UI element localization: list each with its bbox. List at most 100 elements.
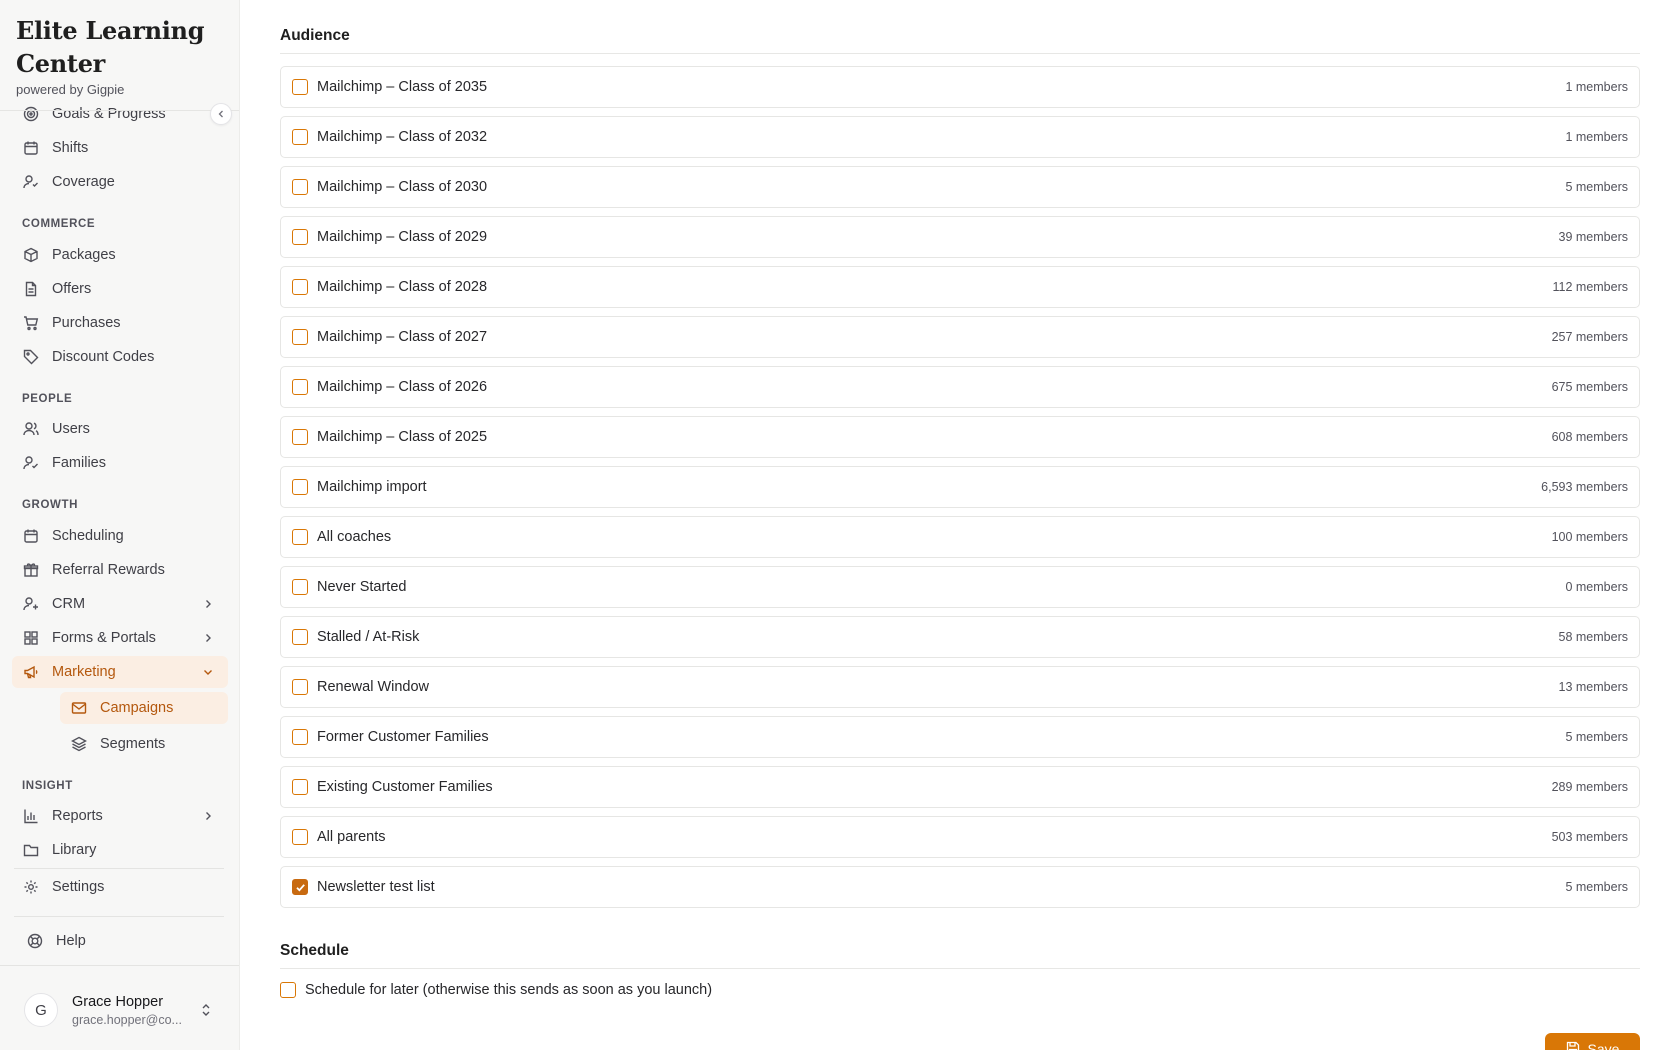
audience-row[interactable]: Mailchimp – Class of 2032 1 members [280,116,1640,158]
audience-row[interactable]: Mailchimp – Class of 2028 112 members [280,266,1640,308]
audience-row[interactable]: All parents 503 members [280,816,1640,858]
sidebar-divider [14,868,224,869]
audience-row[interactable]: Former Customer Families 5 members [280,716,1640,758]
audience-name: Existing Customer Families [317,779,493,795]
audience-name: Mailchimp – Class of 2026 [317,379,488,395]
sidebar-item-goals-progress[interactable]: Goals & Progress [12,98,228,130]
chevron-down-icon [200,664,216,680]
sidebar-item-referral-rewards[interactable]: Referral Rewards [12,554,228,586]
sidebar-item-label: Coverage [52,174,115,190]
audience-checkbox[interactable] [292,229,308,245]
audience-name: Stalled / At-Risk [317,629,420,645]
audience-checkbox[interactable] [292,479,308,495]
audience-checkbox[interactable] [292,629,308,645]
audience-checkbox[interactable] [292,79,308,95]
section-label-commerce: COMMERCE [22,218,96,230]
sidebar-item-help[interactable]: Help [16,925,232,957]
save-button-label: Save [1587,1041,1620,1050]
sidebar-item-marketing[interactable]: Marketing [12,656,228,688]
brand-powered-by: powered by Gigpie [16,82,125,97]
chevron-right-icon [200,808,216,824]
save-icon [1566,1041,1580,1050]
audience-checkbox[interactable] [292,729,308,745]
mail-icon [70,699,88,717]
chevron-right-icon [200,630,216,646]
sidebar-item-users[interactable]: Users [12,413,228,445]
audience-checkbox[interactable] [292,879,308,895]
audience-member-count: 289 members [1551,780,1628,794]
sidebar-item-scheduling[interactable]: Scheduling [12,520,228,552]
audience-row[interactable]: Existing Customer Families 289 members [280,766,1640,808]
audience-row[interactable]: Renewal Window 13 members [280,666,1640,708]
layers-icon [70,735,88,753]
avatar: G [24,993,58,1027]
audience-member-count: 503 members [1551,830,1628,844]
audience-row[interactable]: Mailchimp – Class of 2025 608 members [280,416,1640,458]
audience-row[interactable]: Never Started 0 members [280,566,1640,608]
user-icon [22,173,40,191]
check-icon [295,883,305,892]
schedule-later-option[interactable]: Schedule for later (otherwise this sends… [280,982,712,998]
audience-row[interactable]: Newsletter test list 5 members [280,866,1640,908]
brand-name: Elite Learning Center [16,16,205,78]
audience-name: Former Customer Families [317,729,489,745]
folder-icon [22,841,40,859]
audience-row[interactable]: All coaches 100 members [280,516,1640,558]
sidebar-item-coverage[interactable]: Coverage [12,166,228,198]
audience-row[interactable]: Mailchimp import 6,593 members [280,466,1640,508]
audience-member-count: 5 members [1565,180,1628,194]
collapse-sidebar-button[interactable] [210,103,232,125]
sidebar-item-packages[interactable]: Packages [12,239,228,271]
sidebar-item-crm[interactable]: CRM [12,588,228,620]
audience-row[interactable]: Mailchimp – Class of 2029 39 members [280,216,1640,258]
sidebar-item-purchases[interactable]: Purchases [12,307,228,339]
audience-name: Mailchimp – Class of 2032 [317,129,488,145]
sidebar-item-families[interactable]: Families [12,447,228,479]
audience-row[interactable]: Mailchimp – Class of 2030 5 members [280,166,1640,208]
audience-row[interactable]: Mailchimp – Class of 2027 257 members [280,316,1640,358]
audience-checkbox[interactable] [292,129,308,145]
audience-member-count: 39 members [1558,230,1628,244]
schedule-later-checkbox[interactable] [280,982,296,998]
sidebar-item-label: Scheduling [52,528,124,544]
sidebar-item-shifts[interactable]: Shifts [12,132,228,164]
audience-row[interactable]: Stalled / At-Risk 58 members [280,616,1640,658]
sidebar-item-reports[interactable]: Reports [12,800,228,832]
audience-checkbox[interactable] [292,829,308,845]
user-card[interactable]: G Grace Hopper grace.hopper@co... [0,965,239,1050]
audience-checkbox[interactable] [292,179,308,195]
audience-checkbox[interactable] [292,679,308,695]
sidebar-item-campaigns[interactable]: Campaigns [60,692,228,724]
audience-name: Newsletter test list [317,879,435,895]
audience-checkbox[interactable] [292,279,308,295]
audience-row[interactable]: Mailchimp – Class of 2035 1 members [280,66,1640,108]
audience-checkbox[interactable] [292,379,308,395]
audience-checkbox[interactable] [292,329,308,345]
sidebar-item-label: Packages [52,247,116,263]
audience-member-count: 675 members [1551,380,1628,394]
sidebar-item-label: Marketing [52,664,116,680]
audience-checkbox[interactable] [292,529,308,545]
section-label-people: PEOPLE [22,393,73,405]
section-divider [280,53,1640,54]
sidebar-item-settings[interactable]: Settings [12,871,228,903]
sidebar-item-discount-codes[interactable]: Discount Codes [12,341,228,373]
sidebar-item-library[interactable]: Library [12,834,228,866]
audience-checkbox[interactable] [292,429,308,445]
sidebar-item-forms-portals[interactable]: Forms & Portals [12,622,228,654]
user-plus-icon [22,595,40,613]
audience-member-count: 0 members [1565,580,1628,594]
sidebar-item-label: Settings [52,879,105,895]
save-button[interactable]: Save [1545,1033,1640,1050]
audience-row[interactable]: Mailchimp – Class of 2026 675 members [280,366,1640,408]
audience-checkbox[interactable] [292,579,308,595]
sidebar-item-segments[interactable]: Segments [60,728,228,760]
sidebar-item-label: Families [52,455,106,471]
audience-member-count: 608 members [1551,430,1628,444]
chevron-up-down-icon [202,1004,210,1016]
audience-checkbox[interactable] [292,779,308,795]
sidebar-item-offers[interactable]: Offers [12,273,228,305]
audience-name: All coaches [317,529,392,545]
audience-member-count: 1 members [1565,80,1628,94]
section-label-insight: INSIGHT [22,780,73,792]
